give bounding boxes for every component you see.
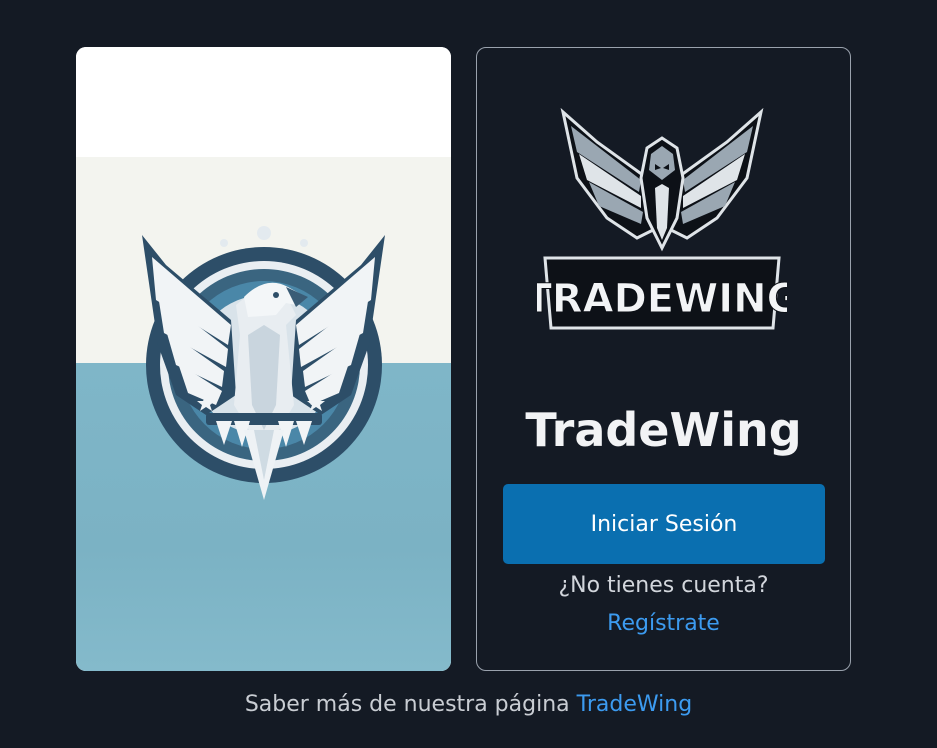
brand-title: TradeWing — [525, 403, 802, 457]
register-link[interactable]: Regístrate — [477, 607, 850, 641]
footer-tradewing-link[interactable]: TradeWing — [577, 692, 693, 717]
hero-image-card — [76, 47, 451, 671]
tradewing-logo-icon: TRADEWING — [537, 108, 787, 330]
image-band-top — [76, 47, 451, 157]
page: TRADEWING TradeWing Iniciar Sesión ¿No t… — [0, 0, 937, 748]
eagle-emblem-icon — [142, 226, 385, 500]
no-account-text: ¿No tienes cuenta? — [558, 573, 769, 598]
login-card: TRADEWING TradeWing Iniciar Sesión ¿No t… — [476, 47, 851, 671]
footer: Saber más de nuestra página TradeWing — [0, 688, 937, 722]
login-button[interactable]: Iniciar Sesión — [503, 484, 825, 564]
footer-text: Saber más de nuestra página — [244, 692, 577, 717]
logo-wordmark: TRADEWING — [537, 276, 787, 322]
